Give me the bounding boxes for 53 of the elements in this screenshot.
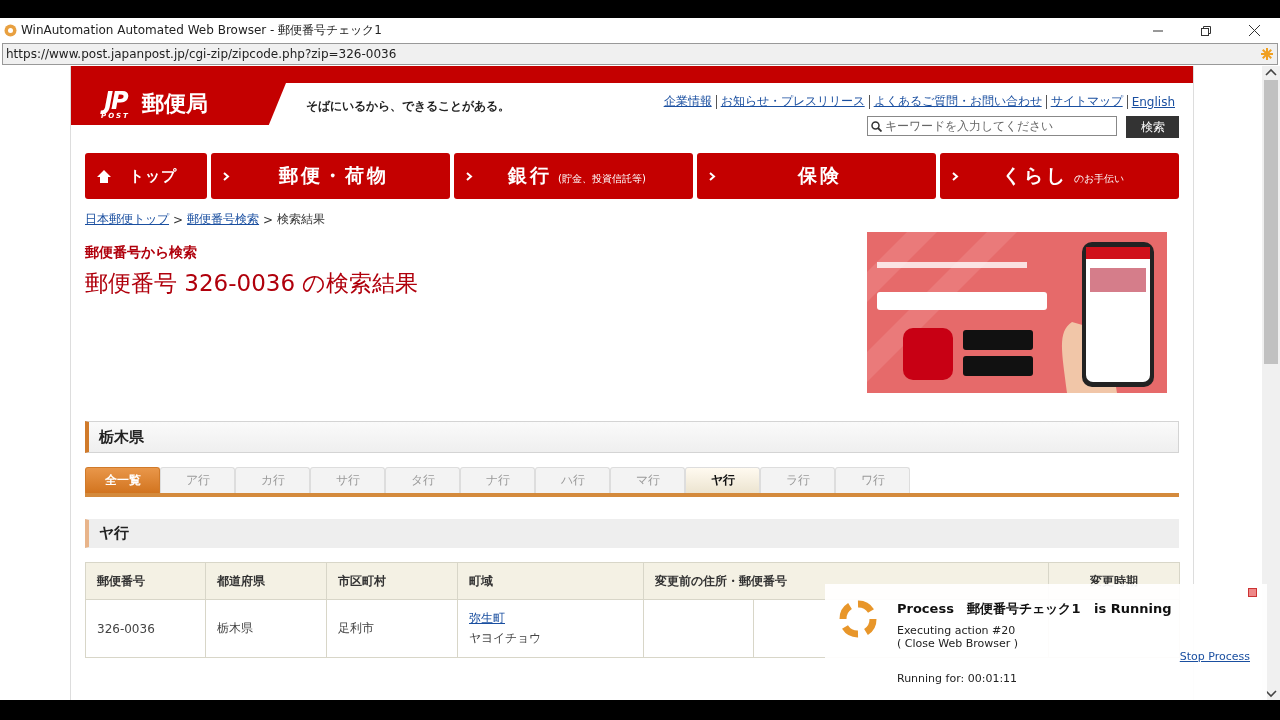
close-icon[interactable] [1248, 25, 1260, 36]
scroll-up-icon[interactable] [1265, 68, 1277, 76]
breadcrumb-link[interactable]: 日本郵便トップ [85, 211, 169, 228]
busy-icon [1260, 47, 1274, 61]
table-cell: 栃木県 [205, 599, 327, 658]
section-heading: ヤ行 [99, 524, 129, 543]
spinner-icon [839, 600, 877, 638]
nav-button[interactable]: トップ [85, 153, 207, 199]
home-icon [97, 169, 111, 183]
app-icon [4, 24, 17, 37]
running-time: Running for: 00:01:11 [897, 672, 1019, 685]
scroll-down-icon[interactable] [1265, 690, 1277, 698]
header-link[interactable]: サイトマップ [1046, 93, 1127, 110]
search-button[interactable]: 検索 [1126, 116, 1179, 138]
process-action: Executing action #20 [897, 624, 1017, 637]
breadcrumb-separator: > [173, 212, 184, 227]
kana-tab[interactable]: ヤ行 [685, 467, 760, 493]
address-bar[interactable]: https://www.post.japanpost.jp/cgi-zip/zipcode.php?zip=326-0036 [2, 43, 1278, 65]
nav-button[interactable]: 銀行 (貯金、投資信託等) [454, 153, 693, 199]
restore-icon[interactable] [1201, 25, 1211, 36]
header-link[interactable]: 企業情報 [659, 93, 716, 110]
breadcrumb-separator: > [263, 212, 274, 227]
chevron-icon [709, 171, 716, 181]
column-header: 郵便番号 [85, 562, 206, 600]
search-heading: 郵便番号から検索 [85, 244, 198, 262]
result-title: 郵便番号 326-0036 の検索結果 [85, 269, 419, 298]
chevron-icon [952, 171, 959, 181]
chevron-icon [466, 171, 473, 181]
column-header: 市区町村 [326, 562, 458, 600]
header-link[interactable]: お知らせ・プレスリリース [716, 93, 869, 110]
tagline: そばにいるから、できることがある。 [306, 99, 510, 115]
column-header: 町域 [457, 562, 644, 600]
header-link[interactable]: English [1127, 94, 1179, 109]
prefecture-heading: 栃木県 [99, 427, 144, 447]
process-title: Process 郵便番号チェック1 is Running [897, 600, 1172, 618]
town-reading: ヤヨイチョウ [469, 630, 542, 647]
column-header: 都道府県 [205, 562, 327, 600]
search-field[interactable]: キーワードを入力してください [867, 116, 1117, 136]
nav-button[interactable]: くらし のお手伝い [940, 153, 1179, 199]
process-detail: ( Close Web Browser ) [897, 637, 1020, 650]
stop-process-link[interactable]: Stop Process [1179, 650, 1250, 663]
breadcrumb-current: 検索結果 [277, 211, 326, 228]
breadcrumb-link[interactable]: 郵便番号検索 [187, 211, 260, 228]
search-icon [871, 120, 882, 132]
table-cell: 足利市 [326, 599, 458, 658]
window-title: WinAutomation Automated Web Browser - 郵便番号チェック1 [21, 22, 383, 39]
scrollbar-thumb[interactable] [1264, 80, 1278, 364]
table-cell: 326-0036 [85, 599, 206, 658]
header-link[interactable]: よくあるご質問・お問い合わせ [869, 93, 1046, 110]
chevron-icon [223, 171, 230, 181]
nav-button[interactable]: 郵便・荷物 [211, 153, 450, 199]
nav-button[interactable]: 保険 [697, 153, 936, 199]
town-link[interactable]: 弥生町 [469, 610, 505, 627]
